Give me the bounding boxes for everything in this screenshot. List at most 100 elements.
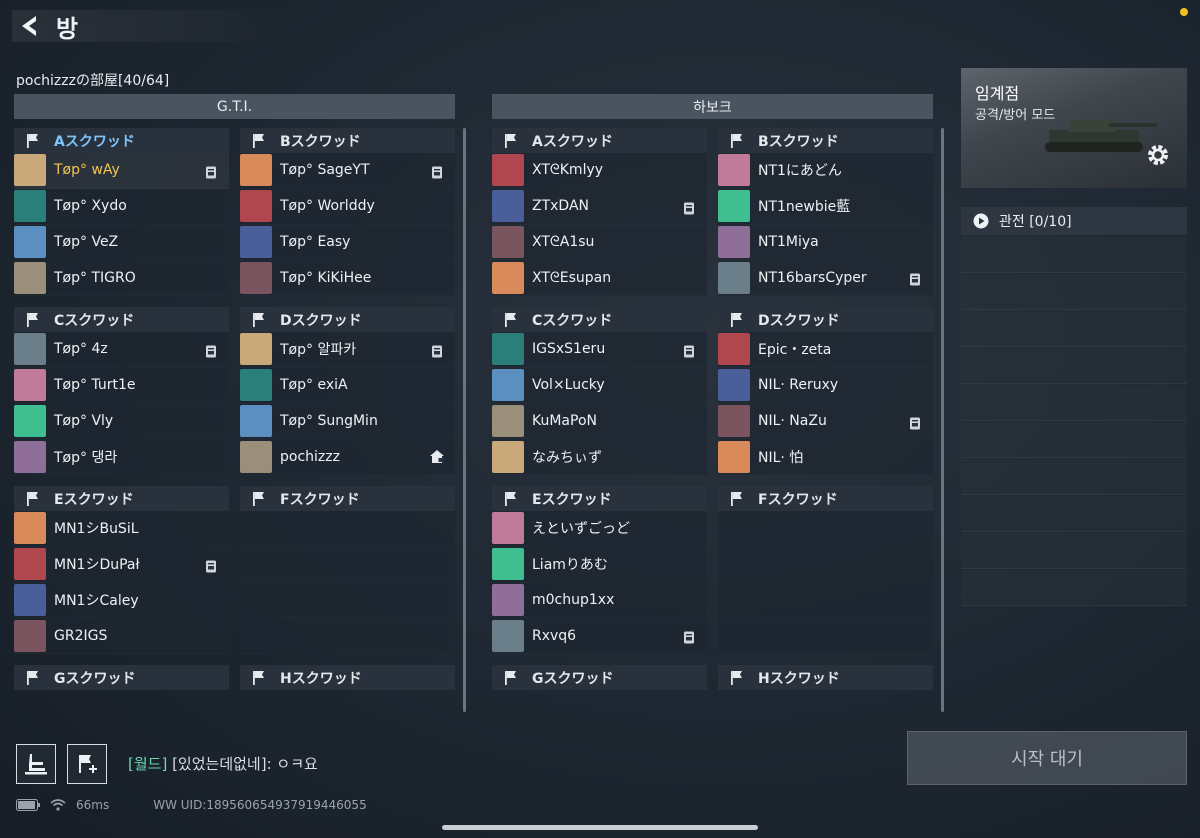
player-slot[interactable]: MN1シCaley — [14, 583, 229, 619]
squad-header[interactable]: Aスクワッド — [492, 128, 707, 153]
squad-header[interactable]: Dスクワッド — [718, 307, 933, 332]
spectate-slot[interactable] — [961, 311, 1187, 347]
spectate-slot[interactable] — [961, 237, 1187, 273]
player-slot[interactable]: Tøp° KiKiHee — [240, 260, 455, 296]
avatar — [14, 440, 46, 473]
flag-icon — [730, 133, 744, 149]
squad-header[interactable]: Fスクワッド — [240, 486, 455, 511]
flag-icon — [504, 312, 518, 328]
player-slot[interactable]: Epic・zeta — [718, 332, 933, 368]
squad-header[interactable]: Aスクワッド — [14, 128, 229, 153]
squad-slots: IGSxS1eru Vol×Lucky KuMaPoN なみちぃず — [492, 332, 707, 476]
player-slot[interactable]: Tøp° Vly — [14, 404, 229, 440]
player-slot[interactable]: Tøp° wAy — [14, 153, 229, 189]
gear-icon[interactable] — [1145, 142, 1171, 168]
squad-header[interactable]: Bスクワッド — [240, 128, 455, 153]
player-slot[interactable]: IGSxS1eru — [492, 332, 707, 368]
player-slot[interactable]: Tøp° 4z — [14, 332, 229, 368]
player-slot[interactable]: なみちぃず — [492, 439, 707, 475]
player-slot[interactable]: Tøp° SageYT — [240, 153, 455, 189]
player-slot[interactable]: XTᘓKmlyy — [492, 153, 707, 189]
squad-g: Gスクワッド — [14, 665, 229, 690]
player-slot[interactable]: Tøp° 댕라 — [14, 439, 229, 475]
squad-header[interactable]: Gスクワッド — [492, 665, 707, 690]
squad-header[interactable]: Hスクワッド — [718, 665, 933, 690]
player-slot[interactable]: GR2IGS — [14, 618, 229, 654]
player-slot[interactable]: Tøp° Turt1e — [14, 368, 229, 404]
squad-header[interactable]: Hスクワッド — [240, 665, 455, 690]
player-name: なみちぃず — [532, 449, 602, 466]
spectate-slot[interactable] — [961, 274, 1187, 310]
player-name: Tøp° wAy — [54, 162, 120, 179]
player-slot[interactable]: Rxvq6 — [492, 618, 707, 654]
spectate-header[interactable]: 관전 [0/10] — [961, 207, 1187, 235]
player-slot[interactable]: NT1newbie藍 — [718, 189, 933, 225]
player-name: Liamりあむ — [532, 557, 608, 574]
empty-slot[interactable] — [240, 618, 455, 654]
back-arrow-icon[interactable] — [14, 11, 44, 41]
player-slot[interactable]: Vol×Lucky — [492, 368, 707, 404]
map-mode-card[interactable]: 임계점 공격/방어 모드 — [961, 68, 1187, 188]
chat-message[interactable]: [월드] [있었는데없네]: ㅇㅋ요 — [128, 753, 318, 774]
empty-slot[interactable] — [718, 547, 933, 583]
player-slot[interactable]: KuMaPoN — [492, 404, 707, 440]
spectate-slot[interactable] — [961, 385, 1187, 421]
spectate-slot[interactable] — [961, 570, 1187, 606]
player-slot[interactable]: XTᘓA1su — [492, 225, 707, 261]
play-circle-icon — [973, 213, 989, 229]
player-slot[interactable]: XTᘓEsupan — [492, 260, 707, 296]
team-scrollbar[interactable] — [463, 128, 466, 712]
player-slot[interactable]: Tøp° Worlddy — [240, 189, 455, 225]
player-slot[interactable]: Liamりあむ — [492, 547, 707, 583]
player-slot[interactable]: NIL· NaZu — [718, 404, 933, 440]
player-slot[interactable]: m0chup1xx — [492, 583, 707, 619]
player-slot[interactable]: MN1シDuPał — [14, 547, 229, 583]
device-badge-icon — [909, 271, 921, 286]
device-badge-icon — [909, 415, 921, 430]
player-slot[interactable]: Tøp° exiA — [240, 368, 455, 404]
squad-header[interactable]: Cスクワッド — [14, 307, 229, 332]
squad-header[interactable]: Bスクワッド — [718, 128, 933, 153]
spectate-slot[interactable] — [961, 496, 1187, 532]
player-slot[interactable]: Tøp° VeZ — [14, 225, 229, 261]
start-button[interactable]: 시작 대기 — [907, 731, 1187, 785]
home-indicator[interactable] — [442, 825, 758, 830]
player-slot[interactable]: ZTxDAN — [492, 189, 707, 225]
player-slot[interactable]: Tøp° SungMin — [240, 404, 455, 440]
squad-header[interactable]: Eスクワッド — [492, 486, 707, 511]
squad-header[interactable]: Eスクワッド — [14, 486, 229, 511]
user-uid: WW UID:1895606549379194460​55 — [153, 798, 367, 812]
player-slot[interactable]: NIL· Reruxy — [718, 368, 933, 404]
empty-slot[interactable] — [718, 583, 933, 619]
create-squad-button[interactable] — [67, 744, 107, 784]
player-slot[interactable]: えといずごっど — [492, 511, 707, 547]
team-panel-havoc: 하보크 — [492, 94, 933, 119]
spectate-slot[interactable] — [961, 422, 1187, 458]
player-slot[interactable]: NT1にあどん — [718, 153, 933, 189]
player-slot[interactable]: Tøp° TIGRO — [14, 260, 229, 296]
wifi-icon — [50, 799, 66, 811]
player-slot[interactable]: NIL· 怕 — [718, 439, 933, 475]
empty-slot[interactable] — [718, 511, 933, 547]
spectate-slot[interactable] — [961, 459, 1187, 495]
player-slot[interactable]: Tøp° 알파카 — [240, 332, 455, 368]
player-slot[interactable]: NT16barsCyper — [718, 260, 933, 296]
switch-seat-button[interactable] — [16, 744, 56, 784]
empty-slot[interactable] — [718, 618, 933, 654]
spectate-slot[interactable] — [961, 533, 1187, 569]
squad-header[interactable]: Cスクワッド — [492, 307, 707, 332]
player-slot[interactable]: Tøp° Xydo — [14, 189, 229, 225]
team-scrollbar[interactable] — [941, 128, 944, 712]
empty-slot[interactable] — [240, 547, 455, 583]
empty-slot[interactable] — [240, 511, 455, 547]
player-name: IGSxS1eru — [532, 341, 606, 358]
squad-header[interactable]: Dスクワッド — [240, 307, 455, 332]
squad-header[interactable]: Gスクワッド — [14, 665, 229, 690]
player-slot[interactable]: NT1Miya — [718, 225, 933, 261]
player-slot[interactable]: pochizzz — [240, 439, 455, 475]
spectate-slot[interactable] — [961, 348, 1187, 384]
player-slot[interactable]: MN1シBuSiL — [14, 511, 229, 547]
squad-header[interactable]: Fスクワッド — [718, 486, 933, 511]
player-slot[interactable]: Tøp° Easy — [240, 225, 455, 261]
empty-slot[interactable] — [240, 583, 455, 619]
